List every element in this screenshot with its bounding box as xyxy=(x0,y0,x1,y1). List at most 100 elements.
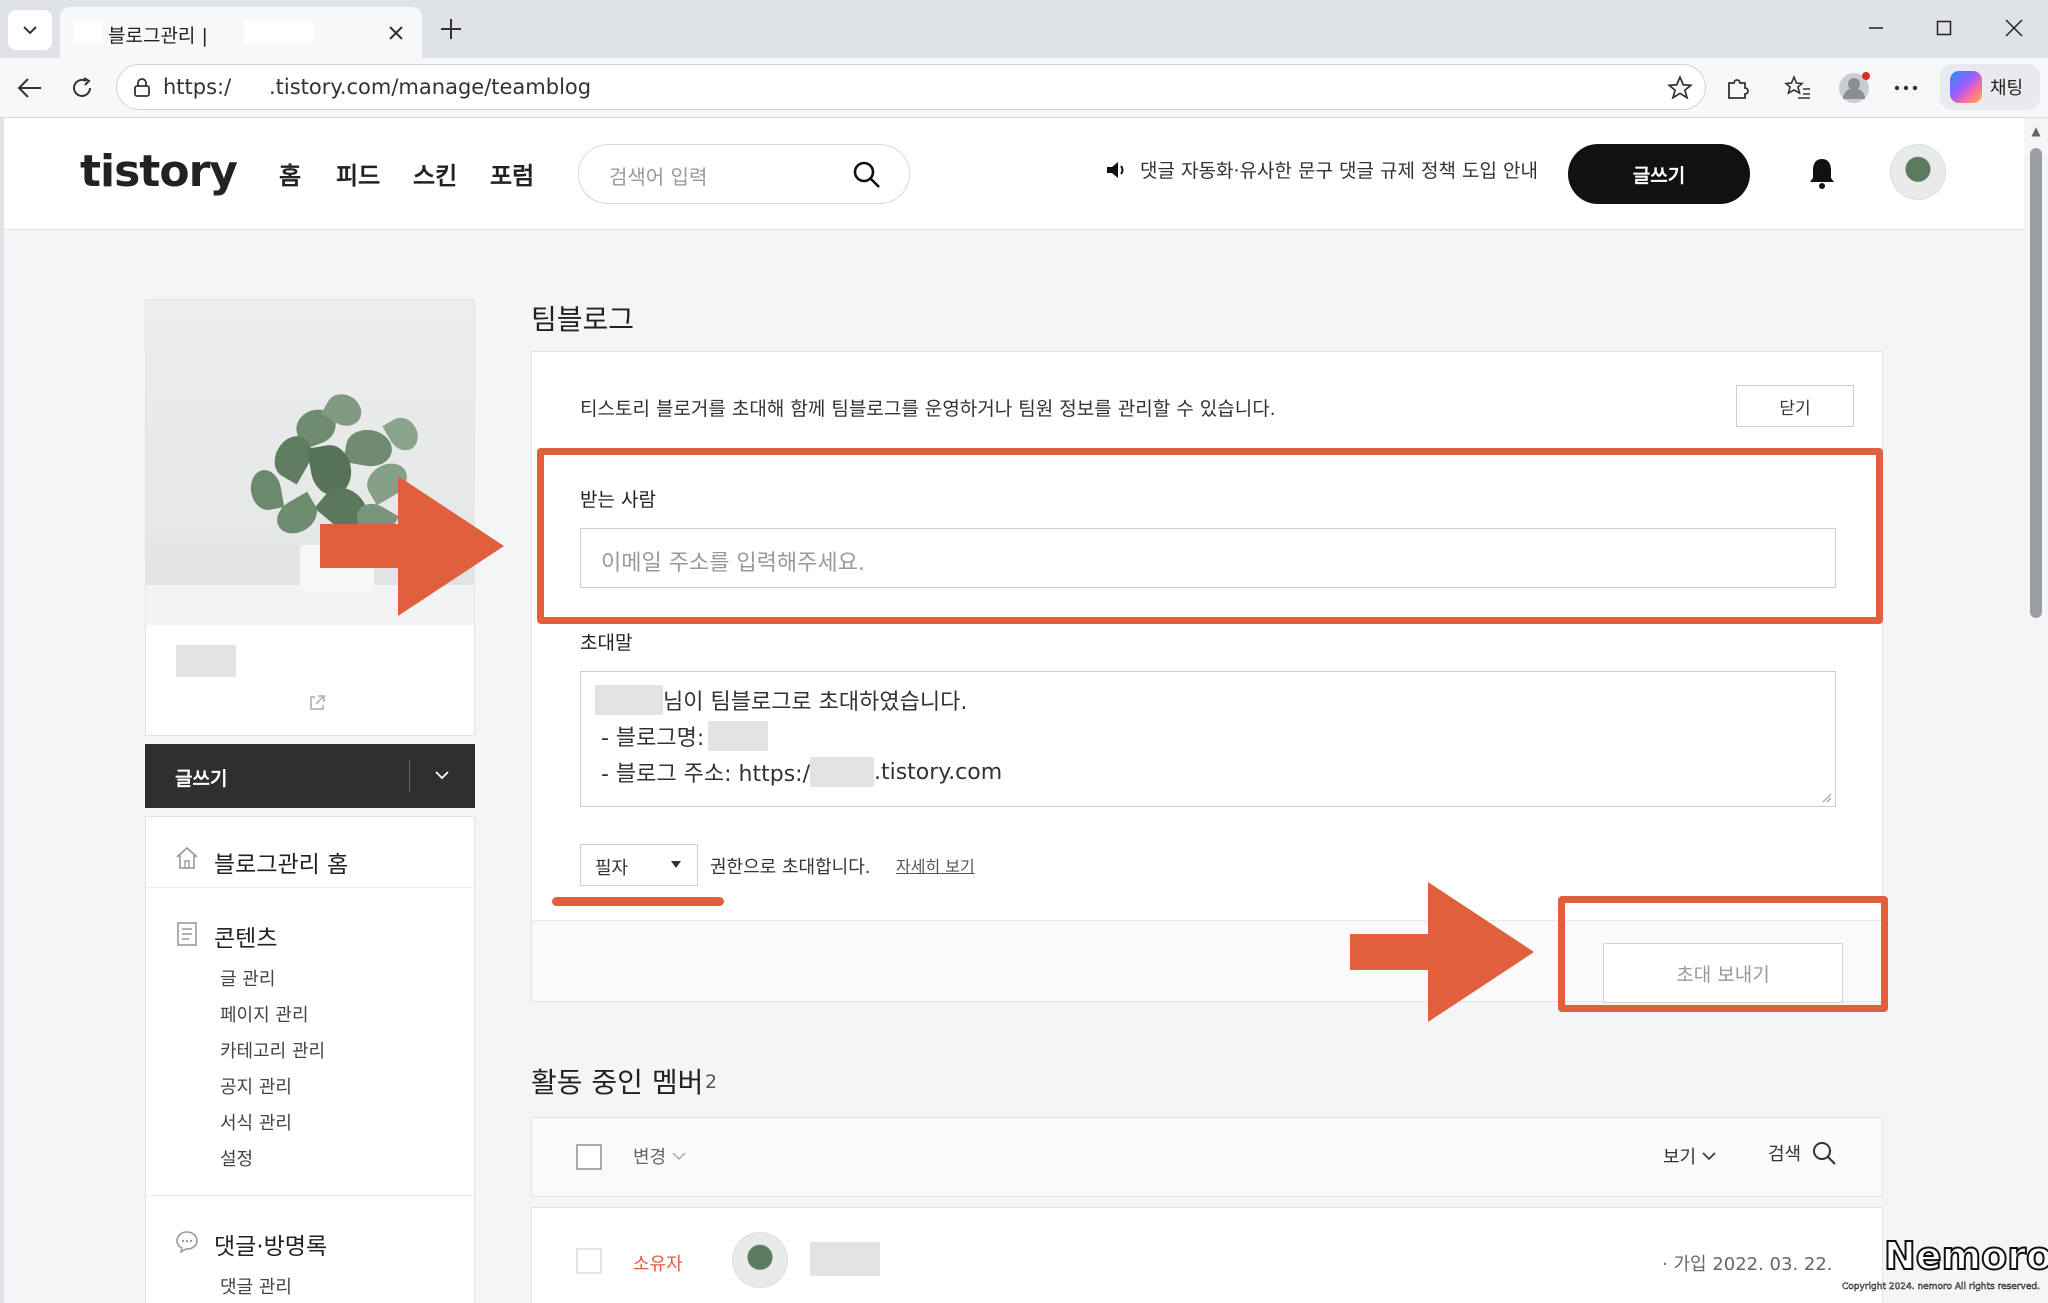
profile-button[interactable] xyxy=(1834,68,1874,108)
copilot-chat-button[interactable]: 채팅 xyxy=(1940,64,2040,110)
sidebar-item-comments[interactable]: 댓글 관리 xyxy=(220,1273,292,1299)
sidebar-item-templates[interactable]: 서식 관리 xyxy=(220,1109,292,1135)
chevron-down-icon xyxy=(435,771,449,780)
view-filter-button[interactable]: 보기 xyxy=(1663,1143,1716,1169)
more-dots-icon xyxy=(1894,85,1918,91)
extensions-button[interactable] xyxy=(1717,68,1757,108)
close-icon xyxy=(389,26,403,40)
row-checkbox[interactable] xyxy=(576,1248,602,1274)
resize-grip-icon[interactable] xyxy=(1820,791,1832,803)
maximize-icon xyxy=(1936,20,1952,36)
sidebar-item-notices[interactable]: 공지 관리 xyxy=(220,1073,292,1099)
site-header: tistory 홈 피드 스킨 포럼 검색어 입력 댓글 자동화·유사한 문구 … xyxy=(4,118,2024,230)
change-label: 변경 xyxy=(633,1147,667,1168)
bell-icon[interactable] xyxy=(1806,156,1838,190)
search-label: 검색 xyxy=(1768,1144,1802,1165)
reload-button[interactable] xyxy=(62,68,102,108)
maximize-button[interactable] xyxy=(1914,8,1974,48)
search-box[interactable]: 검색어 입력 xyxy=(578,144,910,204)
browser-toolbar: https:/ .tistory.com/manage/teamblog 채팅 xyxy=(0,58,2048,118)
reload-icon xyxy=(73,77,91,97)
watermark-copyright: Copyright 2024. nemoro All rights reserv… xyxy=(1842,1282,2040,1293)
notice-text[interactable]: 댓글 자동화·유사한 문구 댓글 규제 정책 도입 안내 xyxy=(1140,156,1538,183)
notice-banner[interactable]: 댓글 자동화·유사한 문구 댓글 규제 정책 도입 안내 xyxy=(1104,156,1538,183)
search-input[interactable]: 검색어 입력 xyxy=(609,161,707,190)
close-panel-button[interactable]: 닫기 xyxy=(1736,385,1854,427)
nav-forum[interactable]: 포럼 xyxy=(490,156,534,191)
member-name-redaction xyxy=(810,1242,880,1276)
select-all-checkbox[interactable] xyxy=(576,1144,602,1170)
blog-address-redaction xyxy=(809,757,874,787)
arrow-left-icon xyxy=(17,78,41,98)
lock-icon[interactable] xyxy=(131,76,153,98)
username-redaction xyxy=(595,685,663,715)
sidebar-menu: 블로그관리 홈 콘텐츠 글 관리 페이지 관리 카테고리 관리 공지 관리 서식… xyxy=(145,816,475,1303)
sidebar-write-dropdown[interactable] xyxy=(429,762,455,788)
address-bar[interactable]: https:/ .tistory.com/manage/teamblog xyxy=(116,64,1706,110)
browser-tab-bar: 블로그관리 | xyxy=(0,0,2048,58)
role-select[interactable]: 필자 xyxy=(580,844,698,886)
message-line-2: - 블로그명: xyxy=(601,720,769,752)
chevron-down-icon xyxy=(672,1151,686,1160)
sidebar-item-settings[interactable]: 설정 xyxy=(220,1145,253,1171)
role-suffix-text: 권한으로 초대합니다. xyxy=(710,857,871,878)
member-search-button[interactable]: 검색 xyxy=(1768,1140,1837,1166)
arrow-right-icon xyxy=(1350,882,1534,1022)
sidebar-item-pages[interactable]: 페이지 관리 xyxy=(220,1001,309,1027)
minimize-button[interactable] xyxy=(1846,8,1906,48)
favorites-button[interactable] xyxy=(1778,68,1818,108)
details-link[interactable]: 자세히 보기 xyxy=(896,853,975,877)
favorite-star-button[interactable] xyxy=(1665,73,1695,103)
search-icon[interactable] xyxy=(851,159,883,191)
plus-icon xyxy=(441,19,461,39)
url-scheme: https:/ xyxy=(163,75,232,99)
change-button[interactable]: 변경 xyxy=(633,1143,686,1169)
highlight-underline-role xyxy=(552,897,724,906)
sidebar-write-button[interactable]: 글쓰기 xyxy=(145,744,475,808)
user-avatar[interactable] xyxy=(1890,144,1946,200)
new-tab-button[interactable] xyxy=(432,12,470,46)
minimize-icon xyxy=(1869,27,1883,29)
tistory-logo[interactable]: tistory xyxy=(80,146,238,197)
sidebar-item-categories[interactable]: 카테고리 관리 xyxy=(220,1037,325,1063)
tab-close-button[interactable] xyxy=(380,17,412,49)
nav-skin[interactable]: 스킨 xyxy=(413,156,457,191)
copilot-label: 채팅 xyxy=(1990,78,2024,99)
page-title: 팀블로그 xyxy=(531,303,635,336)
blog-name-redaction xyxy=(176,645,236,677)
window-close-button[interactable] xyxy=(1984,8,2044,48)
chevron-down-icon xyxy=(1702,1151,1716,1160)
url-path: .tistory.com/manage/teamblog xyxy=(269,75,592,99)
tab-list-button[interactable] xyxy=(8,10,52,50)
owner-badge: 소유자 xyxy=(633,1254,683,1275)
sidebar-item-posts[interactable]: 글 관리 xyxy=(220,965,275,991)
copilot-icon xyxy=(1950,71,1982,103)
write-post-button[interactable]: 글쓰기 xyxy=(1568,144,1750,204)
intro-text: 티스토리 블로거를 초대해 함께 팀블로그를 운영하거나 팀원 정보를 관리할 … xyxy=(580,398,1276,420)
sidebar-section-contents[interactable]: 콘텐츠 xyxy=(214,919,277,953)
back-button[interactable] xyxy=(10,68,50,108)
nav-feed[interactable]: 피드 xyxy=(336,156,380,191)
member-avatar xyxy=(732,1232,788,1288)
more-menu-button[interactable] xyxy=(1886,68,1926,108)
sidebar-item-blog-home[interactable]: 블로그관리 홈 xyxy=(214,845,348,879)
favorites-list-icon xyxy=(1784,75,1810,99)
page-scrollbar[interactable]: ▲ xyxy=(2024,118,2048,1303)
profile-avatar-icon xyxy=(1839,72,1870,103)
nav-home[interactable]: 홈 xyxy=(279,156,301,191)
scrollbar-thumb[interactable] xyxy=(2030,148,2042,618)
message-line-3: - 블로그 주소: https:/ .tistory.com xyxy=(601,756,1002,788)
external-link-icon[interactable] xyxy=(308,694,326,712)
scroll-up-icon[interactable]: ▲ xyxy=(2030,124,2042,138)
sidebar-section-comments[interactable]: 댓글·방명록 xyxy=(214,1227,327,1261)
document-icon xyxy=(177,922,197,946)
table-row: 소유자 · 가입 2022. 03. 22. xyxy=(531,1207,1883,1303)
divider xyxy=(146,1195,474,1196)
divider xyxy=(409,760,410,792)
browser-tab-active[interactable]: 블로그관리 | xyxy=(60,7,422,58)
chat-bubble-icon xyxy=(176,1231,198,1254)
speaker-icon xyxy=(1107,161,1124,178)
invite-message-textarea[interactable]: 님이 팀블로그로 초대하였습니다. - 블로그명: - 블로그 주소: http… xyxy=(580,671,1836,807)
view-label: 보기 xyxy=(1663,1147,1697,1168)
puzzle-icon xyxy=(1728,79,1749,99)
